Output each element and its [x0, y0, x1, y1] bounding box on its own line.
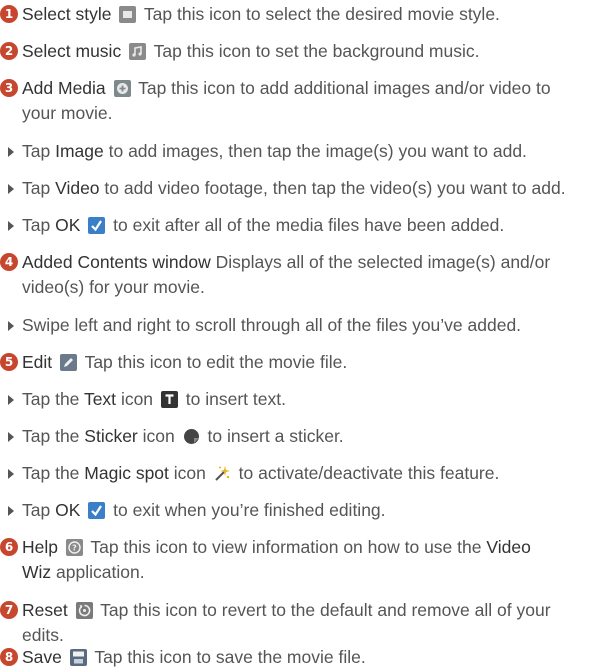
desc-added-contents-line2: video(s) for your movie. — [22, 277, 205, 297]
term-wiz: Wiz — [22, 562, 52, 582]
step-number-5: 5 — [0, 353, 18, 371]
step-number-3: 3 — [0, 79, 18, 97]
music-note-icon — [129, 43, 147, 60]
term-reset: Reset — [22, 600, 68, 620]
checkmark-icon — [88, 502, 106, 519]
bullet-arrow-icon — [8, 432, 14, 442]
text-icon-word: icon — [173, 463, 206, 483]
text-icon-word: icon — [120, 389, 154, 409]
desc-help-line2: application. — [56, 562, 145, 582]
text-t-icon — [160, 391, 178, 408]
text-tap-the: Tap the — [22, 389, 80, 409]
item-add-media: 3 Add Media Tap this icon to add additio… — [0, 76, 616, 126]
desc-reset-line1: Tap this icon to revert to the default a… — [100, 600, 551, 620]
bullet-sticker: Tap the Sticker icon to insert a sticker… — [8, 424, 616, 449]
text-icon-word: icon — [142, 426, 175, 446]
bullet-arrow-icon — [8, 395, 14, 405]
term-sticker: Sticker — [84, 426, 138, 446]
desc-select-style: Tap this icon to select the desired movi… — [143, 4, 500, 24]
item-select-music: 2 Select music Tap this icon to set the … — [0, 39, 616, 64]
item-reset: 7 Reset Tap this icon to revert to the d… — [0, 598, 616, 648]
term-select-music: Select music — [22, 41, 122, 61]
bullet-arrow-icon — [8, 184, 14, 194]
term-add-media: Add Media — [22, 78, 106, 98]
item-edit: 5 Edit Tap this icon to edit the movie f… — [0, 350, 616, 375]
save-disk-icon — [69, 649, 87, 666]
step-number-4: 4 — [0, 253, 18, 271]
desc-video: to add video footage, then tap the video… — [104, 178, 566, 198]
text-tap: Tap — [22, 141, 51, 161]
term-image: Image — [55, 141, 104, 161]
term-video: Video — [55, 178, 100, 198]
desc-reset-line2: edits. — [22, 625, 64, 645]
term-ok: OK — [55, 215, 81, 235]
bullet-arrow-icon — [8, 221, 14, 231]
bullet-image: Tap Image to add images, then tap the im… — [8, 139, 616, 164]
checkmark-icon — [88, 217, 106, 234]
reset-icon — [75, 602, 93, 619]
item-help: 6 Help ? Tap this icon to view informati… — [0, 535, 616, 585]
add-media-plus-icon — [113, 80, 131, 97]
term-added-contents-window: Added Contents window — [22, 252, 211, 272]
bullet-arrow-icon — [8, 469, 14, 479]
magic-wand-icon — [214, 465, 231, 482]
desc-image: to add images, then tap the image(s) you… — [108, 141, 527, 161]
desc-text: to insert text. — [185, 389, 286, 409]
desc-select-music: Tap this icon to set the background musi… — [153, 41, 480, 61]
term-save: Save — [22, 647, 62, 667]
svg-text:?: ? — [72, 544, 77, 553]
desc-ok-media: to exit after all of the media files hav… — [113, 215, 505, 235]
bullet-arrow-icon — [8, 321, 14, 331]
bullet-magic-spot: Tap the Magic spot icon to activate/deac… — [8, 461, 616, 486]
term-select-style: Select style — [22, 4, 112, 24]
step-number-1: 1 — [0, 5, 18, 23]
bullet-arrow-icon — [8, 506, 14, 516]
bullet-text: Tap the Text icon to insert text. — [8, 387, 616, 412]
bullet-swipe: Swipe left and right to scroll through a… — [8, 313, 616, 338]
text-tap: Tap — [22, 215, 51, 235]
help-question-icon: ? — [65, 539, 83, 556]
desc-save: Tap this icon to save the movie file. — [94, 647, 366, 667]
desc-swipe: Swipe left and right to scroll through a… — [22, 315, 522, 335]
item-select-style: 1 Select style Tap this icon to select t… — [0, 2, 616, 27]
bullet-arrow-icon — [8, 147, 14, 157]
desc-sticker: to insert a sticker. — [207, 426, 344, 446]
sticker-icon — [183, 428, 200, 445]
desc-magic-spot: to activate/deactivate this feature. — [238, 463, 500, 483]
select-style-icon — [119, 6, 137, 23]
bullet-ok-media: Tap OK to exit after all of the media fi… — [8, 213, 616, 238]
step-number-8: 8 — [0, 648, 18, 666]
desc-add-media-line2: your movie. — [22, 103, 113, 123]
desc-added-contents-line1: Displays all of the selected image(s) an… — [215, 252, 551, 272]
pencil-edit-icon — [60, 354, 78, 371]
term-video: Video — [486, 537, 531, 557]
text-tap: Tap — [22, 178, 51, 198]
term-edit: Edit — [22, 352, 53, 372]
item-added-contents-window: 4 Added Contents window Displays all of … — [0, 250, 616, 300]
term-ok: OK — [55, 500, 81, 520]
bullet-video: Tap Video to add video footage, then tap… — [8, 176, 616, 201]
desc-edit: Tap this icon to edit the movie file. — [84, 352, 348, 372]
step-number-6: 6 — [0, 538, 18, 556]
desc-help-line1: Tap this icon to view information on how… — [90, 537, 482, 557]
item-save: 8 Save Tap this icon to save the movie f… — [0, 645, 616, 670]
step-number-2: 2 — [0, 42, 18, 60]
bullet-ok-editing: Tap OK to exit when you’re finished edit… — [8, 498, 616, 523]
step-number-7: 7 — [0, 601, 18, 619]
text-tap-the: Tap the — [22, 426, 80, 446]
text-tap: Tap — [22, 500, 51, 520]
desc-ok-editing: to exit when you’re finished editing. — [113, 500, 386, 520]
desc-add-media-line1: Tap this icon to add additional images a… — [138, 78, 551, 98]
text-tap-the: Tap the — [22, 463, 80, 483]
term-magic-spot: Magic spot — [84, 463, 169, 483]
term-text: Text — [83, 389, 117, 409]
term-help: Help — [22, 537, 58, 557]
